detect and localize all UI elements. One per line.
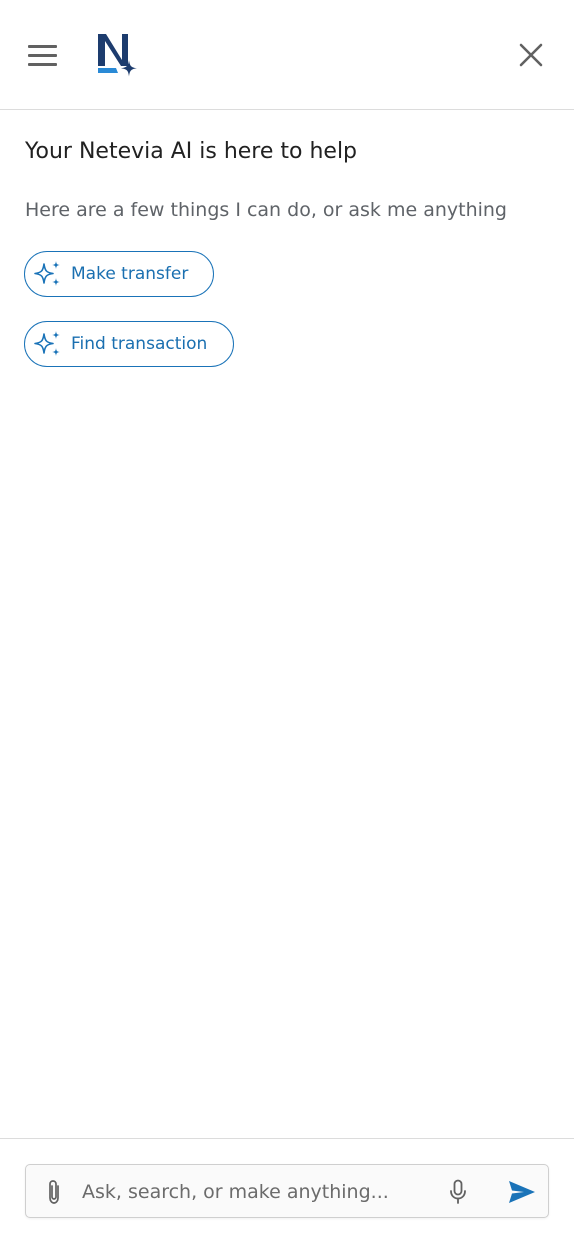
paperclip-icon	[49, 1180, 59, 1204]
microphone-button[interactable]	[444, 1178, 472, 1206]
sparkle-icon	[33, 329, 63, 359]
attach-button[interactable]	[40, 1178, 68, 1206]
app-header	[0, 0, 574, 110]
chat-input[interactable]	[80, 1173, 430, 1211]
sparkle-icon	[33, 259, 63, 289]
netevia-logo[interactable]	[94, 30, 140, 80]
hamburger-menu-icon	[28, 44, 57, 48]
close-button[interactable]	[512, 36, 550, 74]
netevia-logo-icon	[98, 34, 137, 77]
suggestion-find-transaction-button[interactable]: Find transaction	[24, 321, 234, 367]
close-icon	[519, 43, 543, 67]
page-subtitle: Here are a few things I can do, or ask m…	[25, 199, 507, 221]
menu-button[interactable]	[22, 34, 64, 76]
microphone-icon	[450, 1179, 466, 1204]
hamburger-menu-icon-bar	[28, 62, 57, 66]
send-icon	[509, 1181, 535, 1203]
hamburger-menu-icon-bar	[28, 53, 57, 57]
send-button[interactable]	[506, 1177, 538, 1207]
suggestion-make-transfer-button[interactable]: Make transfer	[24, 251, 214, 297]
suggestion-label: Find transaction	[71, 334, 208, 354]
chat-input-box	[25, 1164, 549, 1218]
composer-bar	[0, 1138, 574, 1243]
page-title: Your Netevia AI is here to help	[25, 139, 358, 164]
suggestion-label: Make transfer	[71, 264, 189, 284]
